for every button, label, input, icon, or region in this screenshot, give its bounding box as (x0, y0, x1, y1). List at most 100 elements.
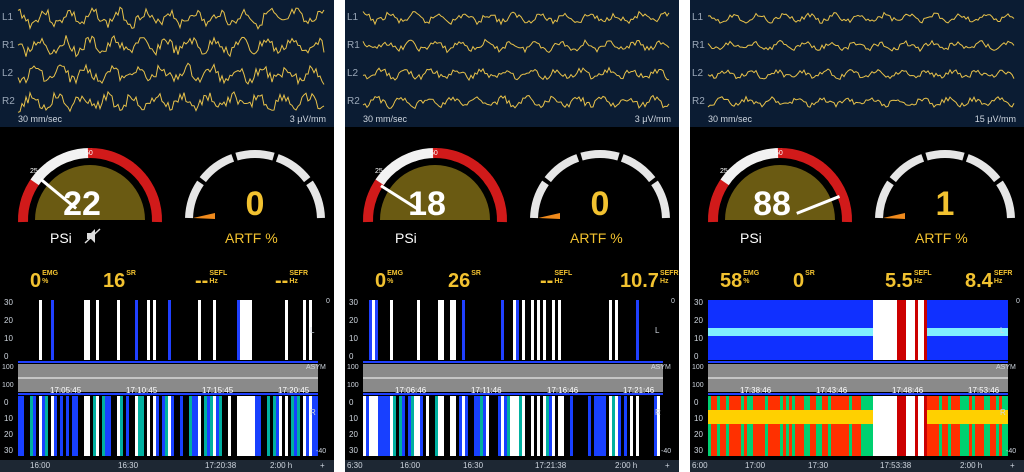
dsa-right-column (195, 396, 198, 456)
dsa-left-column (48, 300, 51, 360)
time-range-label[interactable]: 2:00 h (960, 461, 982, 470)
dsa-left-column (423, 300, 426, 360)
dsa-left-column (279, 300, 282, 360)
dsa-right-band (849, 410, 852, 424)
eeg-trace-l1 (707, 11, 1015, 24)
dsa-left-column (27, 300, 30, 360)
dsa-left-column (390, 300, 393, 360)
dsa-right-column (759, 396, 762, 456)
eeg-lead-label: R1 (2, 40, 15, 51)
eeg-lead-label: L1 (692, 12, 704, 23)
dsa-left-band (840, 328, 843, 336)
metric-emg-value: 0 (375, 270, 387, 292)
dsa-left-column (204, 300, 207, 360)
dsa-left-column (615, 300, 618, 360)
dsa-right-column (498, 396, 501, 456)
dsa-left-column (135, 300, 138, 360)
dsa-right-column (378, 396, 381, 456)
dsa-right-column (363, 396, 366, 456)
dsa-left-column (213, 300, 216, 360)
eeg-lead-label: L2 (347, 68, 359, 79)
dsa-right-column (786, 396, 789, 456)
dsa-left-column (405, 300, 408, 360)
dsa-y-tick: 30 (349, 446, 358, 455)
dsa-right-band (822, 410, 825, 424)
dsa-right-column (144, 396, 147, 456)
psi-label: PSi (740, 230, 762, 246)
alarm-muted-icon[interactable] (84, 228, 102, 249)
dsa-left-column (120, 300, 123, 360)
dsa-right-column (192, 396, 195, 456)
timeline-bar[interactable]: 6:00 17:00 17:30 17:53:38 2:00 h + (690, 460, 1024, 472)
zoom-in-button[interactable]: + (665, 461, 670, 470)
dsa-right-band (996, 410, 999, 424)
dsa-right-column (93, 396, 96, 456)
dsa-right-column (522, 396, 525, 456)
eeg-lead-label: L2 (2, 68, 14, 79)
timeline-bar[interactable]: 16:00 16:30 17:20:38 2:00 h + (0, 460, 334, 472)
dsa-left-column (441, 300, 444, 360)
dsa-right-column (372, 396, 375, 456)
dsa-right-column (42, 396, 45, 456)
timeline-tick: 17:30 (808, 461, 829, 470)
dsa-right-band (810, 410, 813, 424)
timeline-tick: 16:30 (118, 461, 139, 470)
dsa-left-column (129, 300, 132, 360)
dsa-right-column (228, 396, 231, 456)
dsa-right-band (762, 410, 765, 424)
time-range-label[interactable]: 2:00 h (270, 461, 292, 470)
gauge-tick-50: 50 (430, 150, 438, 157)
dsa-left-column (108, 300, 111, 360)
dsa-left-band (858, 328, 861, 336)
dsa-right-band (804, 410, 807, 424)
dsa-right-column (825, 396, 828, 456)
dsa-left-column (174, 300, 177, 360)
dsa-right-column (831, 396, 834, 456)
dsa-right-band (819, 410, 822, 424)
metric-emg-unit: EMG% (387, 270, 404, 285)
dsa-right-column (762, 396, 765, 456)
dsa-left-column (396, 300, 399, 360)
dsa-right-column (720, 396, 723, 456)
dsa-right-band (957, 410, 960, 424)
dsa-left-column (414, 300, 417, 360)
dsa-time-label: 17:21:46 (623, 386, 655, 395)
dsa-right-column (855, 396, 858, 456)
dsa-right-column (792, 396, 795, 456)
dsa-right-column (894, 396, 897, 456)
dsa-right-band (939, 410, 942, 424)
zoom-in-button[interactable]: + (320, 461, 325, 470)
dsa-right-column (267, 396, 270, 456)
dsa-left-column (612, 300, 615, 360)
dsa-right-column (444, 396, 447, 456)
asym-scale-top: 100 (2, 364, 14, 371)
dsa-right-column (504, 396, 507, 456)
dsa-spectrogram: L R ASYM 0 -40 30 20 10 0 0 10 20 30 100 100 17:06:46 17… (345, 298, 679, 458)
dsa-right-column (858, 396, 861, 456)
dsa-right-column (555, 396, 558, 456)
colorbar-top: 0 (671, 298, 675, 305)
eeg-trace-r1 (17, 35, 325, 58)
dsa-right-band (972, 410, 975, 424)
dsa-left-band (957, 328, 960, 336)
time-range-label[interactable]: 2:00 h (615, 461, 637, 470)
dsa-left-column (450, 300, 453, 360)
dsa-right-column (768, 396, 771, 456)
dsa-left-column (291, 300, 294, 360)
dsa-right-column (927, 396, 930, 456)
dsa-left-band (717, 328, 720, 336)
dsa-left-column (219, 300, 222, 360)
zoom-in-button[interactable]: + (1010, 461, 1015, 470)
dsa-left-band (792, 328, 795, 336)
dsa-left-column (411, 300, 414, 360)
dsa-right-column (243, 396, 246, 456)
metric-sefl: --SEFL Hz (195, 270, 227, 293)
dsa-right-column (738, 396, 741, 456)
dsa-right-column (843, 396, 846, 456)
eeg-scale: 3 μV/mm (289, 114, 326, 124)
dsa-spectrogram: L R ASYM 0 -40 30 20 10 0 0 10 20 30 100 100 17:38:46 17… (690, 298, 1024, 458)
dsa-time-label: 17:10:45 (126, 386, 158, 395)
dsa-right-band (840, 410, 843, 424)
timeline-bar[interactable]: 6:30 16:00 16:30 17:21:38 2:00 h + (345, 460, 679, 472)
dsa-y-tick: 0 (349, 352, 354, 361)
